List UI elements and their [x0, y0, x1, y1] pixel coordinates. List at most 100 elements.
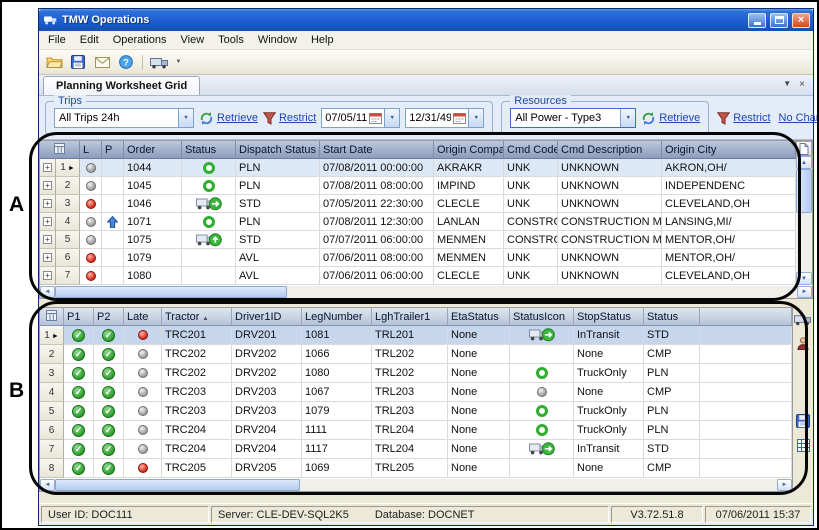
scroll-thumb[interactable] [55, 479, 300, 491]
column-header-status[interactable]: Status [182, 141, 236, 159]
chevron-down-icon[interactable]: ▼ [468, 109, 483, 127]
column-header-p1[interactable]: P1 [64, 308, 94, 326]
column-header-status[interactable]: Status [644, 308, 700, 326]
scroll-down-button[interactable]: ▼ [796, 272, 812, 285]
grid-a-row[interactable]: +61079AVL07/06/2011 08:00:00MENMENUNKUNK… [40, 249, 796, 267]
column-header-driver1id[interactable]: Driver1ID [232, 308, 302, 326]
scroll-thumb[interactable] [55, 286, 287, 298]
open-folder-button[interactable] [43, 52, 65, 72]
maximize-button[interactable] [770, 13, 788, 28]
scroll-up-button[interactable]: ▲ [796, 156, 812, 169]
trips-retrieve-button[interactable]: Retrieve [199, 111, 258, 126]
column-header-etastatus[interactable]: EtaStatus [448, 308, 510, 326]
expand-row-button[interactable]: + [40, 267, 56, 285]
grid-a-row[interactable]: +31046STD07/05/2011 22:30:00CLECLEUNKUNK… [40, 195, 796, 213]
save-button[interactable] [67, 52, 89, 72]
menu-item-help[interactable]: Help [304, 32, 341, 48]
expand-row-button[interactable]: + [40, 249, 56, 267]
grid-a-row[interactable]: +1►1044PLN07/08/2011 00:00:00AKRAKRUNKUN… [40, 159, 796, 177]
column-header-dispatch-status[interactable]: Dispatch Status [236, 141, 320, 159]
scroll-left-button[interactable]: ◄ [40, 286, 55, 298]
scroll-right-button[interactable]: ► [797, 286, 812, 298]
resources-restrict-button[interactable]: Restrict [717, 112, 770, 125]
menu-item-view[interactable]: View [174, 32, 212, 48]
resources-filter-select[interactable]: All Power - Type3 ▼ [510, 108, 636, 128]
save-button[interactable] [794, 413, 812, 429]
tab-list-chevron-icon[interactable]: ▼ [783, 79, 791, 90]
column-header-origin-city[interactable]: Origin City [662, 141, 796, 159]
resources-retrieve-button[interactable]: Retrieve [641, 111, 700, 126]
trips-filter-select[interactable]: All Trips 24h ▼ [54, 108, 194, 128]
grid-b-row[interactable]: 2✓✓TRC202DRV2021066TRL202NoneNoneCMP [40, 345, 792, 364]
close-button[interactable]: × [792, 13, 810, 28]
chevron-down-icon[interactable]: ▼ [384, 109, 399, 127]
dispatch-truck-button[interactable] [794, 311, 812, 327]
expand-icon[interactable]: + [43, 271, 52, 280]
column-header-lghtrailer1[interactable]: LghTrailer1 [372, 308, 448, 326]
grid-a-vertical-scrollbar[interactable]: ▲ ▼ [796, 141, 812, 285]
grid-b-row[interactable]: 6✓✓TRC204DRV2041111TRL204NoneTruckOnlyPL… [40, 421, 792, 440]
column-header-start-date[interactable]: Start Date [320, 141, 434, 159]
minimize-button[interactable] [748, 13, 766, 28]
tab-planning-worksheet-grid[interactable]: Planning Worksheet Grid [43, 76, 200, 95]
select-all-button[interactable] [40, 308, 64, 326]
expand-row-button[interactable]: + [40, 159, 56, 177]
column-header-order[interactable]: Order [124, 141, 182, 159]
scroll-thumb[interactable] [796, 169, 812, 213]
column-header-tractor[interactable]: Tractor▲ [162, 308, 232, 326]
expand-icon[interactable]: + [43, 217, 52, 226]
toolbar-overflow-button[interactable]: ▼ [172, 52, 185, 72]
scroll-left-button[interactable]: ◄ [40, 479, 55, 491]
expand-row-button[interactable]: + [40, 195, 56, 213]
expand-row-button[interactable]: + [40, 213, 56, 231]
expand-icon[interactable]: + [43, 235, 52, 244]
scroll-right-button[interactable]: ► [777, 479, 792, 491]
menu-item-window[interactable]: Window [251, 32, 304, 48]
scroll-track[interactable] [55, 479, 777, 491]
scroll-track[interactable] [55, 286, 797, 298]
chevron-down-icon[interactable]: ▼ [178, 109, 193, 127]
grid-b-row[interactable]: 1►✓✓TRC201DRV2011081TRL201NoneInTransitS… [40, 326, 792, 345]
column-header-origin-compan[interactable]: Origin Compan [434, 141, 504, 159]
expand-icon[interactable]: + [43, 163, 52, 172]
grid-a-horizontal-scrollbar[interactable]: ◄ ► [40, 285, 812, 298]
column-header-stopstatus[interactable]: StopStatus [574, 308, 644, 326]
grid-b-horizontal-scrollbar[interactable]: ◄ ► [40, 478, 792, 491]
grid-a-row[interactable]: +51075STD07/07/2011 06:00:00MENMENCONSTR… [40, 231, 796, 249]
driver-button[interactable] [794, 335, 812, 351]
no-change-link[interactable]: No Change [779, 112, 819, 124]
date-to-picker[interactable]: 12/31/49 ▼ [405, 108, 484, 128]
grid-a-row[interactable]: +41071PLN07/08/2011 12:30:00LANLANCONSTR… [40, 213, 796, 231]
menu-item-edit[interactable]: Edit [73, 32, 106, 48]
grid-b-row[interactable]: 3✓✓TRC202DRV2021080TRL202NoneTruckOnlyPL… [40, 364, 792, 383]
mail-button[interactable] [91, 52, 113, 72]
scroll-track[interactable] [796, 169, 812, 272]
column-header-l[interactable]: L [80, 141, 102, 159]
title-bar[interactable]: TMW Operations × [39, 9, 813, 31]
help-button[interactable]: ? [115, 52, 137, 72]
column-header-p[interactable]: P [102, 141, 124, 159]
grid-a-row[interactable]: +71080AVL07/06/2011 06:00:00CLECLEUNKUNK… [40, 267, 796, 285]
tab-close-icon[interactable]: × [799, 79, 805, 90]
expand-row-button[interactable]: + [40, 177, 56, 195]
column-header-legnumber[interactable]: LegNumber [302, 308, 372, 326]
chevron-down-icon[interactable]: ▼ [620, 109, 635, 127]
column-header-late[interactable]: Late [124, 308, 162, 326]
grid-b-row[interactable]: 4✓✓TRC203DRV2031067TRL203NoneNoneCMP [40, 383, 792, 402]
column-header-statusicon[interactable]: StatusIcon [510, 308, 574, 326]
expand-icon[interactable]: + [43, 253, 52, 262]
grid-b-row[interactable]: 5✓✓TRC203DRV2031079TRL203NoneTruckOnlyPL… [40, 402, 792, 421]
menu-item-tools[interactable]: Tools [211, 32, 251, 48]
trips-restrict-button[interactable]: Restrict [263, 112, 316, 125]
column-header-cmd-description[interactable]: Cmd Description [558, 141, 662, 159]
grid-a-row[interactable]: +21045PLN07/08/2011 08:00:00IMPINDUNKUNK… [40, 177, 796, 195]
column-header-p2[interactable]: P2 [94, 308, 124, 326]
column-chooser-button[interactable] [796, 141, 812, 156]
planner-grid-button[interactable] [794, 437, 812, 453]
expand-icon[interactable]: + [43, 199, 52, 208]
column-header-cmd-code[interactable]: Cmd Code [504, 141, 558, 159]
grid-b-row[interactable]: 7✓✓TRC204DRV2041117TRL204NoneInTransitST… [40, 440, 792, 459]
grid-b-row[interactable]: 8✓✓TRC205DRV2051069TRL205NoneNoneCMP [40, 459, 792, 478]
select-all-button[interactable] [40, 141, 80, 159]
menu-item-operations[interactable]: Operations [106, 32, 174, 48]
